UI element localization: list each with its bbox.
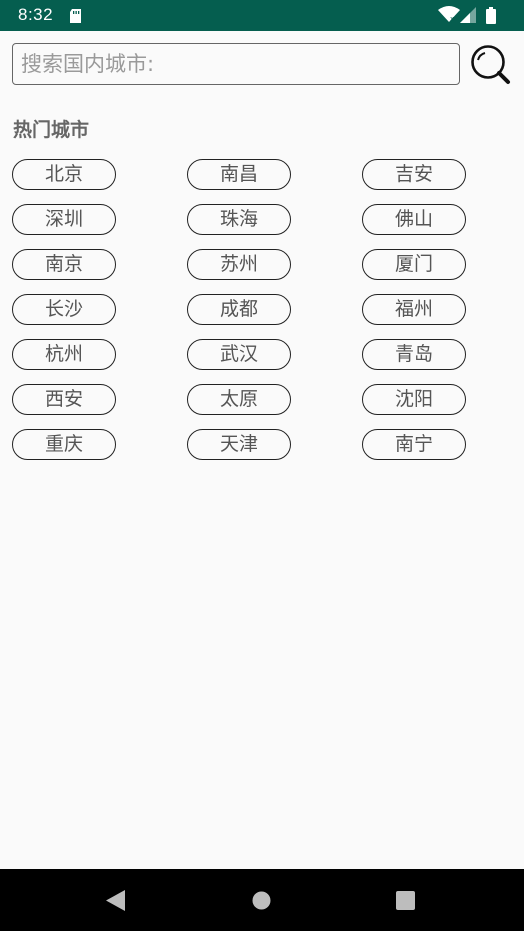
search-icon	[471, 45, 510, 84]
city-button[interactable]: 长沙	[12, 294, 116, 325]
hot-cities-title: 热门城市	[13, 119, 90, 141]
city-button[interactable]: 西安	[12, 384, 116, 415]
wifi-icon: x	[438, 6, 460, 27]
home-icon[interactable]	[252, 891, 271, 914]
city-button[interactable]: 重庆	[12, 429, 116, 460]
battery-icon	[486, 7, 496, 28]
city-button[interactable]: 厦门	[362, 249, 466, 280]
city-button[interactable]: 北京	[12, 159, 116, 190]
city-button[interactable]: 苏州	[187, 249, 291, 280]
city-button[interactable]: 南昌	[187, 159, 291, 190]
city-button[interactable]: 太原	[187, 384, 291, 415]
city-button[interactable]: 吉安	[362, 159, 466, 190]
city-button[interactable]: 杭州	[12, 339, 116, 370]
city-button[interactable]: 佛山	[362, 204, 466, 235]
city-button[interactable]: 珠海	[187, 204, 291, 235]
sd-card-icon	[70, 8, 81, 27]
status-bar: 8:32 x	[0, 0, 524, 31]
city-button[interactable]: 南宁	[362, 429, 466, 460]
city-button[interactable]: 武汉	[187, 339, 291, 370]
city-button[interactable]: 南京	[12, 249, 116, 280]
city-button[interactable]: 青岛	[362, 339, 466, 370]
city-button[interactable]: 福州	[362, 294, 466, 325]
recents-icon[interactable]	[396, 891, 415, 914]
search-input[interactable]	[12, 43, 460, 85]
status-time: 8:32	[18, 5, 54, 24]
search-row	[12, 43, 512, 87]
search-button[interactable]	[468, 43, 512, 87]
city-button[interactable]: 成都	[187, 294, 291, 325]
signal-icon	[460, 7, 476, 27]
city-button[interactable]: 天津	[187, 429, 291, 460]
navigation-bar	[0, 869, 524, 931]
back-icon[interactable]	[106, 890, 126, 915]
svg-text:x: x	[450, 15, 454, 23]
city-button[interactable]: 沈阳	[362, 384, 466, 415]
city-button[interactable]: 深圳	[12, 204, 116, 235]
